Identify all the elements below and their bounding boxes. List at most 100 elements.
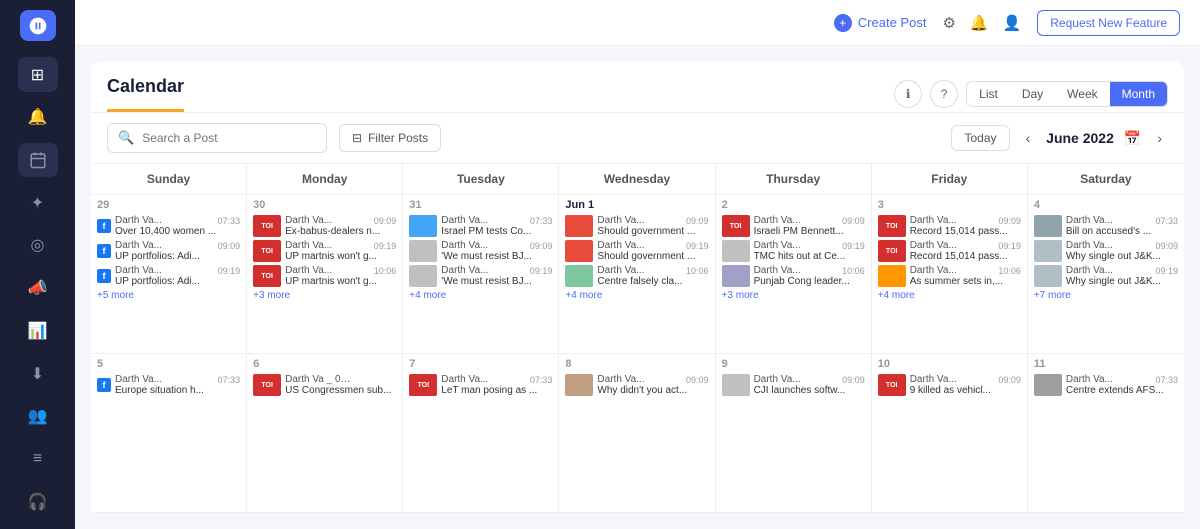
more-link[interactable]: +3 more [722, 290, 865, 301]
post-item[interactable]: Darth Va...09:19 'We must resist BJ... [409, 265, 552, 287]
post-item[interactable]: Darth Va...09:19 Why single out J&K... [1034, 265, 1178, 287]
fb-icon: f [97, 269, 111, 283]
list-view-button[interactable]: List [967, 82, 1010, 106]
post-thumb [565, 240, 593, 262]
post-thumb [409, 240, 437, 262]
calendar-picker-icon[interactable]: 📅 [1124, 130, 1141, 147]
post-item[interactable]: Darth Va...10:06 Centre falsely cla... [565, 265, 708, 287]
info-button[interactable]: ℹ [894, 80, 922, 108]
post-item[interactable]: TOI Darth Va...09:19 UP martnis won't g.… [253, 240, 396, 262]
post-item[interactable]: TOI Darth Va...07:33 LeT man posing as .… [409, 374, 552, 396]
cell-may-29: 29 f Darth Va...07:33 Over 10,400 women … [91, 195, 247, 354]
content-area: Calendar ℹ ? List Day Week Month 🔍 [75, 46, 1200, 529]
week-view-button[interactable]: Week [1055, 82, 1109, 106]
sidebar-item-broadcast[interactable]: ◎ [18, 228, 58, 263]
post-meta: Darth Va...09:09 'We must resist BJ... [441, 240, 552, 262]
sidebar-item-users[interactable]: 👥 [18, 399, 58, 434]
search-box[interactable]: 🔍 [107, 123, 327, 153]
prev-month-button[interactable]: ‹ [1020, 126, 1037, 150]
sidebar-item-support[interactable]: 🎧 [18, 484, 58, 519]
sidebar-item-reports[interactable]: 📊 [18, 313, 58, 348]
sidebar-item-calendar[interactable] [18, 143, 58, 178]
post-meta: Darth Va...09:09 Why single out J&K... [1066, 240, 1178, 262]
post-meta: Darth Va...09:09 Israeli PM Bennett... [754, 215, 865, 237]
create-post-button[interactable]: + Create Post [834, 14, 927, 32]
more-link[interactable]: +7 more [1034, 290, 1178, 301]
post-meta: Darth Va...09:09 Why didn't you act... [597, 374, 708, 396]
more-link[interactable]: +3 more [253, 290, 396, 301]
fb-icon: f [97, 378, 111, 392]
sidebar-item-analytics[interactable]: ✦ [18, 185, 58, 220]
day-view-button[interactable]: Day [1010, 82, 1055, 106]
post-thumb [1034, 265, 1062, 287]
filter-button[interactable]: ⊟ Filter Posts [339, 124, 441, 152]
post-item[interactable]: TOI Darth Va...09:09 9 killed as vehicl.… [878, 374, 1021, 396]
post-item[interactable]: Darth Va...09:09 Should government ... [565, 215, 708, 237]
more-link[interactable]: +4 more [565, 290, 708, 301]
fb-icon: f [97, 244, 111, 258]
post-item[interactable]: Darth Va...07:33 Bill on accused's ... [1034, 215, 1178, 237]
sidebar-item-campaigns[interactable]: 📣 [18, 271, 58, 306]
post-meta: Darth Va...09:09 9 killed as vehicl... [910, 374, 1021, 396]
post-thumb [409, 215, 437, 237]
request-feature-button[interactable]: Request New Feature [1037, 10, 1180, 36]
post-meta: Darth Va...09:19 Should government ... [597, 240, 708, 262]
cell-jun-11: 11 Darth Va...07:33 Centre extends AFS..… [1028, 354, 1184, 513]
search-input[interactable] [142, 131, 316, 145]
post-item[interactable]: Darth Va...09:09 Why didn't you act... [565, 374, 708, 396]
date-30: 30 [253, 199, 396, 211]
help-button[interactable]: ? [930, 80, 958, 108]
date-5: 5 [97, 358, 240, 370]
post-meta: Darth Va...07:33 Europe situation h... [115, 374, 240, 396]
today-button[interactable]: Today [951, 125, 1009, 151]
post-item[interactable]: Darth Va...09:19 TMC hits out at Ce... [722, 240, 865, 262]
post-item[interactable]: f Darth Va...07:33 Over 10,400 women ... [97, 215, 240, 237]
post-meta: Darth Va...09:09 UP portfolios: Adi... [115, 240, 240, 262]
more-link[interactable]: +5 more [97, 290, 240, 301]
post-item[interactable]: TOI Darth Va _ 09.09 US Congressmen sub.… [253, 374, 396, 396]
user-icon[interactable]: 👤 [1003, 14, 1022, 32]
post-meta: Darth Va...09:19 UP portfolios: Adi... [115, 265, 240, 287]
post-item[interactable]: Darth Va...09:09 'We must resist BJ... [409, 240, 552, 262]
cell-may-31: 31 Darth Va...07:33 Israel PM tests Co..… [403, 195, 559, 354]
post-item[interactable]: Darth Va...10:06 As summer sets in,... [878, 265, 1021, 287]
header-monday: Monday [247, 164, 403, 194]
next-month-button[interactable]: › [1151, 126, 1168, 150]
post-item[interactable]: Darth Va...09:09 Why single out J&K... [1034, 240, 1178, 262]
search-icon: 🔍 [118, 130, 134, 146]
post-item[interactable]: Darth Va...09:09 CJI launches softw... [722, 374, 865, 396]
post-item[interactable]: TOI Darth Va...09:09 Israeli PM Bennett.… [722, 215, 865, 237]
cell-jun-8: 8 Darth Va...09:09 Why didn't you act... [559, 354, 715, 513]
sidebar-item-download[interactable]: ⬇ [18, 356, 58, 391]
month-view-button[interactable]: Month [1110, 82, 1167, 106]
current-month-label: June 2022 [1046, 130, 1114, 146]
post-item[interactable]: Darth Va...10:06 Punjab Cong leader... [722, 265, 865, 287]
sidebar-item-list[interactable]: ≡ [18, 442, 58, 477]
post-item[interactable]: Darth Va...07:33 Israel PM tests Co... [409, 215, 552, 237]
post-item[interactable]: f Darth Va...09:09 UP portfolios: Adi... [97, 240, 240, 262]
post-item[interactable]: f Darth Va...07:33 Europe situation h... [97, 374, 240, 396]
more-link[interactable]: +4 more [878, 290, 1021, 301]
more-link[interactable]: +4 more [409, 290, 552, 301]
cell-jun-3: 3 TOI Darth Va...09:09 Record 15,014 pas… [872, 195, 1028, 354]
post-meta: Darth Va...10:06 UP martnis won't g... [285, 265, 396, 287]
post-item[interactable]: f Darth Va...09:19 UP portfolios: Adi... [97, 265, 240, 287]
sidebar-item-dashboard[interactable]: ⊞ [18, 57, 58, 92]
post-item[interactable]: TOI Darth Va...09:09 Record 15,014 pass.… [878, 215, 1021, 237]
toi-icon: TOI [253, 374, 281, 396]
calendar-grid-wrap: Sunday Monday Tuesday Wednesday Thursday… [91, 163, 1184, 513]
nav-controls: Today ‹ June 2022 📅 › [951, 125, 1168, 151]
notifications-icon[interactable]: 🔔 [970, 14, 989, 32]
app-logo[interactable] [20, 10, 56, 41]
post-item[interactable]: TOI Darth Va...10:06 UP martnis won't g.… [253, 265, 396, 287]
settings-icon[interactable]: ⚙ [942, 14, 955, 32]
post-thumb [722, 374, 750, 396]
post-item[interactable]: Darth Va...07:33 Centre extends AFS... [1034, 374, 1178, 396]
sidebar-item-alerts[interactable]: 🔔 [18, 100, 58, 135]
filter-icon: ⊟ [352, 131, 362, 145]
cell-jun-7: 7 TOI Darth Va...07:33 LeT man posing as… [403, 354, 559, 513]
post-thumb [1034, 215, 1062, 237]
post-item[interactable]: TOI Darth Va...09:19 Record 15,014 pass.… [878, 240, 1021, 262]
post-item[interactable]: Darth Va...09:19 Should government ... [565, 240, 708, 262]
post-item[interactable]: TOI Darth Va...09:09 Ex-babus-dealers n.… [253, 215, 396, 237]
